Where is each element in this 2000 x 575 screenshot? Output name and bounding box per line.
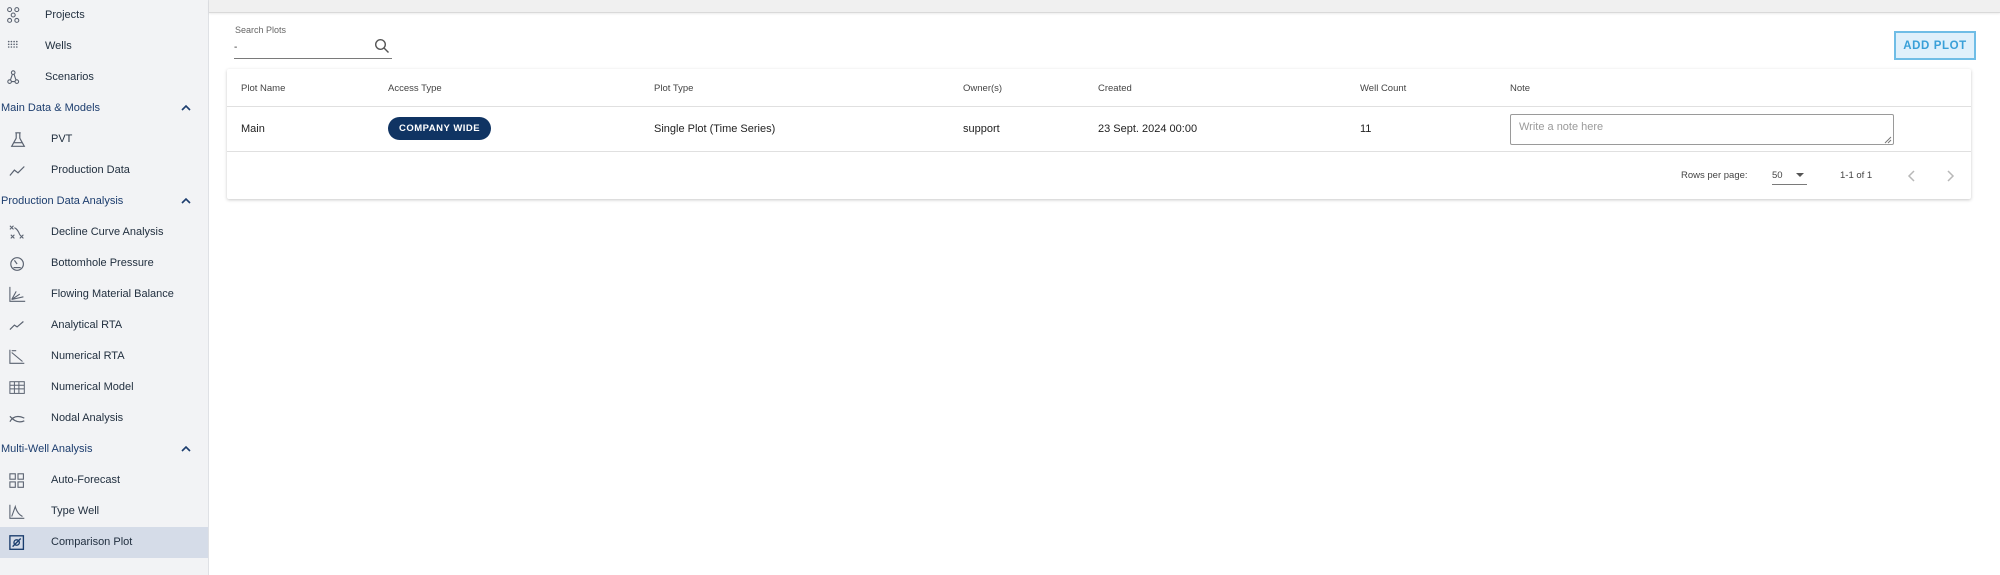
cell-owner: support bbox=[963, 123, 1000, 135]
previous-page-icon[interactable] bbox=[1903, 167, 1921, 185]
app: Projects Wells Scenarios Main Data & Mod… bbox=[0, 0, 2000, 575]
top-bar bbox=[209, 0, 2000, 13]
grid-model-icon bbox=[9, 379, 29, 397]
sidebar-item-bottomhole-pressure[interactable]: Bottomhole Pressure bbox=[0, 248, 208, 279]
nodal-icon bbox=[9, 410, 29, 428]
comparison-icon bbox=[9, 534, 29, 552]
chart-lines-icon bbox=[9, 286, 29, 304]
sidebar-item-numerical-rta[interactable]: Numerical RTA bbox=[0, 341, 208, 372]
resize-grip-icon[interactable] bbox=[1883, 135, 1892, 144]
scenarios-icon bbox=[6, 69, 26, 87]
section-header-main-data[interactable]: Main Data & Models bbox=[0, 93, 208, 124]
sidebar-item-label: Projects bbox=[45, 9, 85, 21]
column-header-well-count[interactable]: Well Count bbox=[1360, 83, 1406, 94]
column-header-access-type[interactable]: Access Type bbox=[388, 83, 442, 94]
sidebar-item-comparison-plot[interactable]: Comparison Plot bbox=[0, 527, 208, 558]
cell-well-count: 11 bbox=[1360, 123, 1372, 135]
search-underline bbox=[234, 58, 392, 59]
sidebar-item-auto-forecast[interactable]: Auto-Forecast bbox=[0, 465, 208, 496]
sidebar-item-label: Comparison Plot bbox=[51, 536, 133, 548]
section-title: Multi-Well Analysis bbox=[1, 443, 93, 455]
sidebar-item-numerical-model[interactable]: Numerical Model bbox=[0, 372, 208, 403]
flask-icon bbox=[9, 131, 29, 149]
section-header-multi-well-analysis[interactable]: Multi-Well Analysis bbox=[0, 434, 208, 465]
rows-per-page-select[interactable]: 50 bbox=[1772, 165, 1807, 185]
table-row[interactable]: Main COMPANY WIDE Single Plot (Time Seri… bbox=[227, 107, 1971, 152]
sidebar-item-label: Type Well bbox=[51, 505, 100, 517]
rows-per-page-label: Rows per page: bbox=[1681, 170, 1748, 181]
dashboard-icon bbox=[9, 472, 29, 490]
column-header-plot-name[interactable]: Plot Name bbox=[241, 83, 285, 94]
cell-created: 23 Sept. 2024 00:00 bbox=[1098, 123, 1198, 135]
column-header-owners[interactable]: Owner(s) bbox=[963, 83, 1002, 94]
table-header: Plot Name Access Type Plot Type Owner(s)… bbox=[227, 69, 1971, 107]
sidebar-item-label: Numerical Model bbox=[51, 381, 134, 393]
section-title: Main Data & Models bbox=[1, 102, 101, 114]
sidebar-item-pvt[interactable]: PVT bbox=[0, 124, 208, 155]
column-header-created[interactable]: Created bbox=[1098, 83, 1132, 94]
sidebar-item-label: Auto-Forecast bbox=[51, 474, 121, 486]
access-type-badge: COMPANY WIDE bbox=[388, 117, 492, 140]
sidebar-item-label: Flowing Material Balance bbox=[51, 288, 174, 300]
sidebar-item-scenarios[interactable]: Scenarios bbox=[0, 62, 208, 93]
cell-plot-name[interactable]: Main bbox=[241, 123, 265, 135]
sidebar: Projects Wells Scenarios Main Data & Mod… bbox=[0, 0, 209, 575]
note-input[interactable] bbox=[1510, 114, 1894, 145]
sidebar-item-label: Nodal Analysis bbox=[51, 412, 124, 424]
sidebar-item-label: Numerical RTA bbox=[51, 350, 125, 362]
sidebar-item-label: Scenarios bbox=[45, 71, 94, 83]
sidebar-item-wells[interactable]: Wells bbox=[0, 31, 208, 62]
sidebar-item-type-well[interactable]: Type Well bbox=[0, 496, 208, 527]
sidebar-item-label: Analytical RTA bbox=[51, 319, 123, 331]
sidebar-item-nodal-analysis[interactable]: Nodal Analysis bbox=[0, 403, 208, 434]
search-field[interactable]: Search Plots bbox=[234, 24, 392, 60]
sidebar-item-production-data[interactable]: Production Data bbox=[0, 155, 208, 186]
wells-icon bbox=[6, 38, 26, 56]
add-plot-button[interactable]: ADD PLOT bbox=[1894, 31, 1976, 60]
sidebar-item-projects[interactable]: Projects bbox=[0, 0, 208, 31]
section-title: Production Data Analysis bbox=[1, 195, 124, 207]
column-header-note: Note bbox=[1510, 83, 1531, 94]
sidebar-item-label: PVT bbox=[51, 133, 73, 145]
chevron-up-icon bbox=[181, 445, 191, 452]
gauge-icon bbox=[9, 255, 29, 273]
search-label: Search Plots bbox=[235, 25, 287, 35]
analytical-icon bbox=[9, 317, 29, 335]
sidebar-item-label: Decline Curve Analysis bbox=[51, 226, 164, 238]
projects-icon bbox=[6, 6, 26, 24]
search-input[interactable] bbox=[234, 38, 372, 56]
sidebar-item-flowing-material-balance[interactable]: Flowing Material Balance bbox=[0, 279, 208, 310]
type-well-icon bbox=[9, 503, 29, 521]
sidebar-item-decline-curve-analysis[interactable]: Decline Curve Analysis bbox=[0, 217, 208, 248]
caret-down-icon bbox=[1796, 173, 1804, 177]
section-header-production-data-analysis[interactable]: Production Data Analysis bbox=[0, 186, 208, 217]
chevron-up-icon bbox=[181, 197, 191, 204]
sidebar-item-analytical-rta[interactable]: Analytical RTA bbox=[0, 310, 208, 341]
rows-per-page-value: 50 bbox=[1772, 170, 1783, 181]
table-pagination: Rows per page: 50 1-1 of 1 bbox=[227, 153, 1971, 199]
plots-table: Plot Name Access Type Plot Type Owner(s)… bbox=[227, 69, 1971, 199]
sidebar-item-label: Bottomhole Pressure bbox=[51, 257, 154, 269]
trend-icon bbox=[9, 162, 29, 180]
next-page-icon[interactable] bbox=[1941, 167, 1959, 185]
sidebar-item-label: Production Data bbox=[51, 164, 130, 176]
search-icon[interactable] bbox=[374, 38, 390, 54]
decline-icon bbox=[9, 224, 29, 242]
sidebar-item-label: Wells bbox=[45, 40, 72, 52]
page-range: 1-1 of 1 bbox=[1840, 170, 1873, 181]
chevron-up-icon bbox=[181, 104, 191, 111]
column-header-plot-type[interactable]: Plot Type bbox=[654, 83, 693, 94]
numerical-rta-icon bbox=[9, 348, 29, 366]
cell-plot-type: Single Plot (Time Series) bbox=[654, 123, 776, 135]
